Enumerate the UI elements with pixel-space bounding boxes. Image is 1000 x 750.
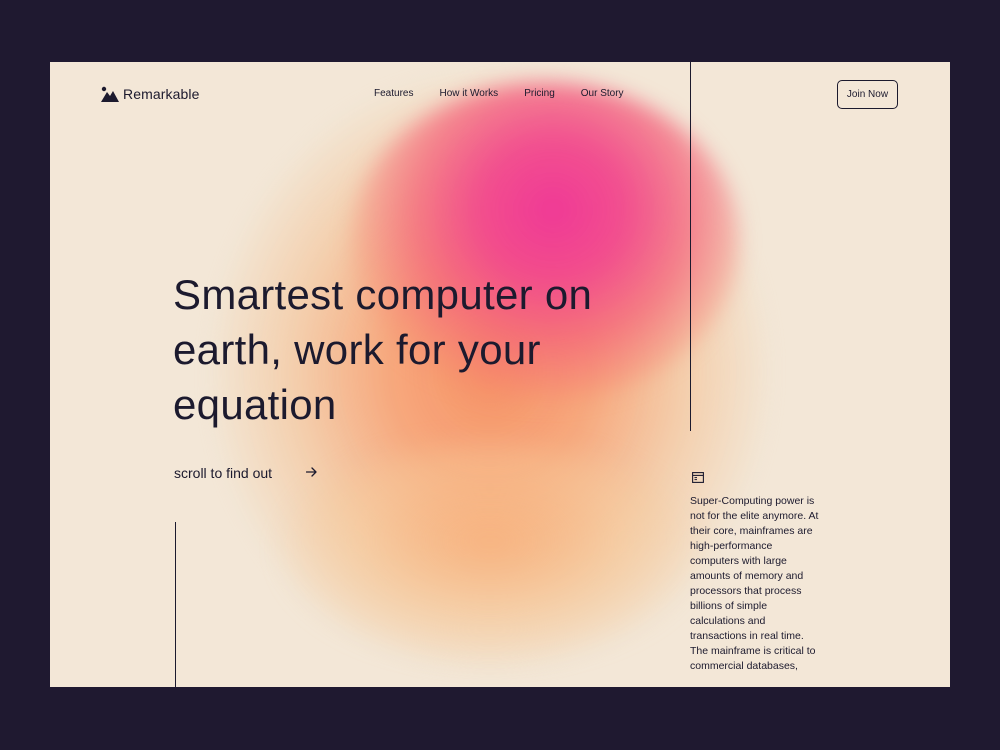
nav-item-features[interactable]: Features [374,88,413,99]
nav-item-pricing[interactable]: Pricing [524,88,555,99]
scroll-link[interactable]: scroll to find out [174,465,317,481]
divider-line [690,62,691,431]
divider-line [175,522,176,687]
browser-window-icon [692,472,704,483]
nav-item-our-story[interactable]: Our Story [581,88,624,99]
hero-headline: Smartest computer on earth, work for you… [173,271,593,428]
arrow-right-icon [305,466,317,481]
scroll-label: scroll to find out [174,465,273,481]
nav-item-how-it-works[interactable]: How it Works [439,88,498,99]
brand-name: Remarkable [123,86,200,102]
join-now-button[interactable]: Join Now [837,80,898,109]
sidebar-description: Super-Computing power is not for the eli… [690,495,819,672]
main-nav: Features How it Works Pricing Our Story [374,88,650,99]
mountain-logo-icon [101,86,119,102]
landing-page: Remarkable Features How it Works Pricing… [50,62,950,687]
brand-logo[interactable]: Remarkable [101,86,199,102]
